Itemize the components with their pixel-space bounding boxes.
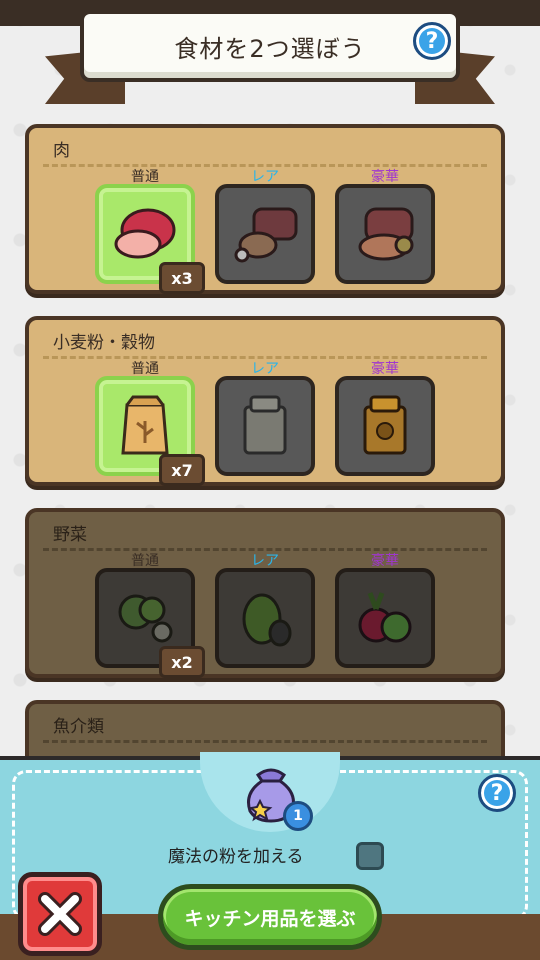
help-button-bottom[interactable]: ?: [478, 774, 516, 812]
add-magic-powder-checkbox[interactable]: [356, 842, 384, 870]
slot-flour-luxury[interactable]: 豪華: [335, 361, 435, 476]
category-vegetables: 野菜 普通 x2 レア 豪華: [25, 508, 505, 678]
quantity-badge: x3: [159, 262, 205, 294]
beet-icon: [358, 592, 412, 643]
drumstick-icon: [234, 207, 298, 263]
divider: [43, 740, 487, 743]
help-button[interactable]: ?: [413, 22, 451, 60]
tier-label-luxury: 豪華: [371, 361, 399, 377]
tier-label-rare: レア: [251, 361, 279, 377]
category-label: 野菜: [53, 525, 87, 545]
category-label: 小麦粉・穀物: [53, 333, 155, 353]
slot-meat-luxury[interactable]: 豪華: [335, 169, 435, 284]
close-x-icon: [38, 892, 82, 936]
eggplant-icon: [242, 593, 292, 647]
magic-count-badge: 1: [283, 801, 313, 831]
category-meat: 肉 普通 x3 レア 豪華: [25, 124, 505, 294]
tier-label-normal: 普通: [131, 169, 159, 185]
choose-kitchen-tools-button[interactable]: キッチン用品を選ぶ: [158, 884, 382, 950]
slot-flour-normal[interactable]: 普通 x7: [95, 361, 205, 486]
quantity-badge: x7: [159, 454, 205, 486]
slot-meat-rare[interactable]: レア: [215, 169, 315, 284]
page-title: 食材を2つ選ぼう: [174, 34, 366, 63]
bottom-panel: 1 ? 魔法の粉を加える キッチン用品を選ぶ: [0, 752, 540, 960]
slot-vegetables-normal[interactable]: 普通 x2: [95, 553, 205, 678]
slot-vegetables-luxury[interactable]: 豪華: [335, 553, 435, 668]
category-label: 魚介類: [53, 717, 104, 737]
close-button[interactable]: [18, 872, 102, 956]
tier-label-normal: 普通: [131, 361, 159, 377]
premium-flour-icon: [363, 395, 407, 455]
broccoli-icon: [118, 594, 173, 643]
tier-label-rare: レア: [251, 553, 279, 569]
quantity-badge: x2: [159, 646, 205, 678]
premium-meat-icon: [358, 207, 414, 261]
slot-vegetables-rare[interactable]: レア: [215, 553, 315, 668]
slot-flour-rare[interactable]: レア: [215, 361, 315, 476]
category-label: 肉: [53, 141, 70, 161]
grain-sack-icon: [243, 395, 287, 455]
flour-bag-icon: [121, 395, 169, 455]
meat-icon: [114, 208, 176, 259]
tier-label-luxury: 豪華: [371, 553, 399, 569]
add-magic-powder-label: 魔法の粉を加える: [168, 847, 304, 867]
slot-meat-normal[interactable]: 普通 x3: [95, 169, 205, 294]
title-plate: 食材を2つ選ぼう: [80, 10, 460, 82]
category-flour-grains: 小麦粉・穀物 普通 x7 レア 豪華: [25, 316, 505, 486]
tier-label-normal: 普通: [131, 553, 159, 569]
tier-label-rare: レア: [251, 169, 279, 185]
tier-label-luxury: 豪華: [371, 169, 399, 185]
